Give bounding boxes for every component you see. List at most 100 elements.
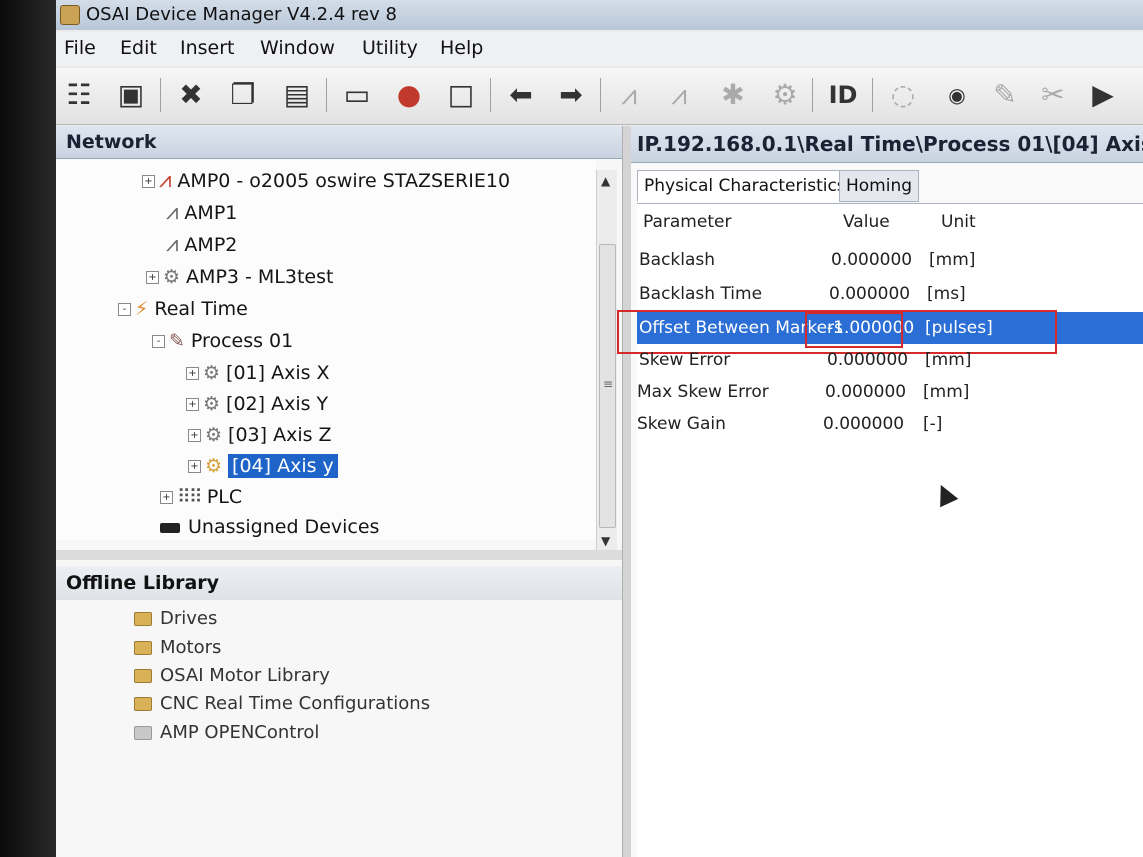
expand-icon[interactable]: + xyxy=(142,175,155,188)
scroll-grip-icon: ≡ xyxy=(603,377,614,391)
amp-icon: ⩘ xyxy=(159,168,172,193)
tree-node-axis-x[interactable]: + ⚙ [01] Axis X xyxy=(186,362,330,384)
library-item-motors[interactable]: Motors xyxy=(134,637,221,658)
tree-node-amp0[interactable]: + ⩘ AMP0 - o2005 oswire STAZSERIE10 xyxy=(142,168,510,193)
detail-tabs: Physical Characteristics Homing xyxy=(637,170,1143,202)
library-item-drives[interactable]: Drives xyxy=(134,608,217,629)
expand-icon[interactable]: + xyxy=(146,271,159,284)
application-window: OSAI Device Manager V4.2.4 rev 8 File Ed… xyxy=(56,0,1143,857)
expand-icon[interactable]: + xyxy=(160,491,173,504)
parameter-grid: Parameter Value Unit Backlash 0.000000 [… xyxy=(617,203,1143,857)
tree-scrollbar[interactable]: ▲ ≡ ▼ xyxy=(596,170,617,550)
tree-node-amp1[interactable]: ⩘ AMP1 xyxy=(166,200,237,225)
detail-pane: IP.192.168.0.1\Real Time\Process 01\[04]… xyxy=(617,126,1143,857)
parameter-value[interactable]: 0.000000 xyxy=(825,382,906,402)
tree-node-axis-y-lower[interactable]: + ⚙ [04] Axis y xyxy=(188,454,338,478)
expand-icon[interactable]: + xyxy=(186,367,199,380)
expand-icon[interactable]: + xyxy=(186,398,199,411)
column-header-value[interactable]: Value xyxy=(843,212,890,232)
save-icon[interactable]: ▣ xyxy=(114,78,148,112)
tree-node-real-time[interactable]: - ⚡ Real Time xyxy=(118,298,248,320)
expand-icon[interactable]: + xyxy=(188,429,201,442)
tree-node-amp2[interactable]: ⩘ AMP2 xyxy=(166,232,237,257)
network-tree-icon[interactable]: ☷ xyxy=(62,78,96,112)
export-icon[interactable]: ▶ xyxy=(1086,78,1120,112)
window-icon[interactable]: □ xyxy=(444,78,478,112)
library-item-cnc-configurations[interactable]: CNC Real Time Configurations xyxy=(134,693,430,714)
library-item-amp-opencontrol[interactable]: AMP OPENControl xyxy=(134,722,319,743)
parameter-value[interactable]: 0.000000 xyxy=(831,250,912,270)
menu-insert[interactable]: Insert xyxy=(180,37,235,59)
forward-arrow-icon[interactable]: ➡ xyxy=(554,78,588,112)
parameter-value[interactable]: 0.000000 xyxy=(827,350,908,370)
tab-homing[interactable]: Homing xyxy=(839,170,920,202)
scroll-up-icon[interactable]: ▲ xyxy=(601,174,610,188)
tree-node-amp3[interactable]: + ⚙ AMP3 - ML3test xyxy=(146,266,333,288)
copy-icon[interactable]: ❐ xyxy=(226,78,260,112)
gear-settings-icon[interactable]: ⚙ xyxy=(768,78,802,112)
parameter-value[interactable]: 0.000000 xyxy=(823,414,904,434)
table-row[interactable]: Skew Error 0.000000 [mm] xyxy=(637,344,1143,376)
collapse-icon[interactable]: - xyxy=(152,335,165,348)
menu-utility[interactable]: Utility xyxy=(362,37,418,59)
properties-icon[interactable]: ▭ xyxy=(340,78,374,112)
folder-icon xyxy=(134,697,152,711)
table-row[interactable]: Backlash 0.000000 [mm] xyxy=(637,244,1143,276)
toolbar: ☷ ▣ ✖ ❐ ▤ ▭ ● □ ⬅ ➡ ⩘ ⩘ ✱ ⚙ ID ◌ ◉ ✎ ✂ ▶ xyxy=(56,68,1143,125)
module-icon xyxy=(134,726,152,740)
tree-node-label: [03] Axis Z xyxy=(228,424,332,446)
network-tree: + ⩘ AMP0 - o2005 oswire STAZSERIE10 ⩘ AMP1 … xyxy=(56,160,596,540)
library-item-osai-motor-library[interactable]: OSAI Motor Library xyxy=(134,665,330,686)
id-icon[interactable]: ID xyxy=(826,78,860,112)
scroll-thumb[interactable]: ≡ xyxy=(599,244,616,528)
tree-node-process-01[interactable]: - ✎ Process 01 xyxy=(152,330,293,352)
library-panel-title: Offline Library xyxy=(66,572,220,594)
edit-icon[interactable]: ✎ xyxy=(988,78,1022,112)
tree-node-unassigned-devices[interactable]: Unassigned Devices xyxy=(160,516,379,538)
tree-node-plc[interactable]: + ⠿⠿ PLC xyxy=(160,486,242,508)
toolbar-separator xyxy=(600,78,601,112)
toolbar-separator xyxy=(490,78,491,112)
pane-splitter[interactable] xyxy=(56,550,622,560)
parameter-unit: [mm] xyxy=(925,350,972,370)
menu-edit[interactable]: Edit xyxy=(120,37,157,59)
amp-icon[interactable]: ⩘ xyxy=(612,78,646,112)
back-arrow-icon[interactable]: ⬅ xyxy=(504,78,538,112)
column-header-unit[interactable]: Unit xyxy=(941,212,976,232)
chat-icon[interactable]: ◌ xyxy=(886,78,920,112)
record-icon[interactable]: ◉ xyxy=(940,78,974,112)
wrench-icon[interactable]: ✂ xyxy=(1036,78,1070,112)
library-item-label: Motors xyxy=(160,637,222,658)
menu-help[interactable]: Help xyxy=(440,37,483,59)
axis-gear-icon: ⚙ xyxy=(205,424,223,446)
realtime-icon: ⚡ xyxy=(135,298,149,320)
tab-physical-characteristics[interactable]: Physical Characteristics xyxy=(637,170,853,202)
tools-icon[interactable]: ✱ xyxy=(716,78,750,112)
library-panel-header: Offline Library xyxy=(56,566,622,600)
axis-gear-icon: ⚙ xyxy=(203,362,221,384)
delete-icon[interactable]: ✖ xyxy=(174,78,208,112)
table-row-selected[interactable]: Offset Between Markers -1.000000 [pulses… xyxy=(617,310,1143,354)
table-row[interactable]: Backlash Time 0.000000 [ms] xyxy=(637,278,1143,310)
folder-icon xyxy=(134,669,152,683)
table-row[interactable]: Max Skew Error 0.000000 [mm] xyxy=(637,376,1143,408)
tree-node-axis-z[interactable]: + ⚙ [03] Axis Z xyxy=(188,424,332,446)
menu-file[interactable]: File xyxy=(64,37,96,59)
paste-icon[interactable]: ▤ xyxy=(280,78,314,112)
collapse-icon[interactable]: - xyxy=(118,303,131,316)
tree-node-axis-y[interactable]: + ⚙ [02] Axis Y xyxy=(186,393,328,415)
parameter-name: Max Skew Error xyxy=(637,382,769,402)
column-header-parameter[interactable]: Parameter xyxy=(643,212,731,232)
tree-node-label: Unassigned Devices xyxy=(188,516,380,538)
parameter-name: Skew Error xyxy=(639,350,731,370)
scroll-down-icon[interactable]: ▼ xyxy=(601,534,610,548)
parameter-name: Skew Gain xyxy=(637,414,726,434)
toolbar-separator xyxy=(812,78,813,112)
menu-window[interactable]: Window xyxy=(260,37,335,59)
axis-gear-icon: ⚙ xyxy=(205,455,223,477)
table-row[interactable]: Skew Gain 0.000000 [-] xyxy=(637,408,1143,440)
amp-disabled-icon[interactable]: ⩘ xyxy=(662,78,696,112)
parameter-value[interactable]: 0.000000 xyxy=(829,284,910,304)
stop-icon[interactable]: ● xyxy=(392,78,426,112)
expand-icon[interactable]: + xyxy=(188,460,201,473)
